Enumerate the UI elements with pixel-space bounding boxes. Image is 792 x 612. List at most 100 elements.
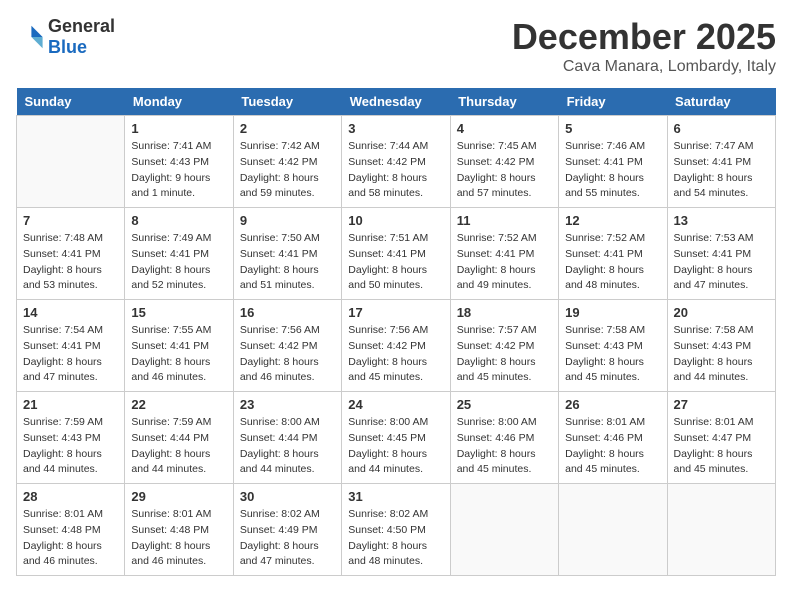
calendar-week-row: 7 Sunrise: 7:48 AMSunset: 4:41 PMDaylight… [17, 208, 776, 300]
calendar-cell: 30 Sunrise: 8:02 AMSunset: 4:49 PMDayligh… [233, 484, 341, 576]
weekday-header-row: SundayMondayTuesdayWednesdayThursdayFrid… [17, 88, 776, 116]
calendar-week-row: 28 Sunrise: 8:01 AMSunset: 4:48 PMDayligh… [17, 484, 776, 576]
day-info: Sunrise: 7:45 AMSunset: 4:42 PMDaylight:… [457, 139, 552, 202]
calendar-cell: 15Sunrise: 7:55 AMSunset: 4:41 PMDayligh… [125, 300, 233, 392]
day-info: Sunrise: 8:01 AMSunset: 4:46 PMDaylight:… [565, 415, 660, 478]
day-number: 20 [674, 305, 769, 320]
day-number: 27 [674, 397, 769, 412]
day-number: 9 [240, 213, 335, 228]
calendar-cell: 9 Sunrise: 7:50 AMSunset: 4:41 PMDaylight… [233, 208, 341, 300]
calendar-cell: 12 Sunrise: 7:52 AMSunset: 4:41 PMDayligh… [559, 208, 667, 300]
calendar-cell [559, 484, 667, 576]
calendar-cell: 19 Sunrise: 7:58 AMSunset: 4:43 PMDayligh… [559, 300, 667, 392]
day-info: Sunrise: 8:00 AMSunset: 4:45 PMDaylight:… [348, 415, 443, 478]
day-number: 31 [348, 489, 443, 504]
calendar-cell: 14Sunrise: 7:54 AMSunset: 4:41 PMDayligh… [17, 300, 125, 392]
day-info: Sunrise: 7:59 AMSunset: 4:43 PMDaylight:… [23, 415, 118, 478]
calendar-cell [17, 116, 125, 208]
day-number: 6 [674, 121, 769, 136]
day-info: Sunrise: 7:52 AMSunset: 4:41 PMDaylight:… [565, 231, 660, 294]
calendar-cell: 21 Sunrise: 7:59 AMSunset: 4:43 PMDayligh… [17, 392, 125, 484]
calendar-cell: 16 Sunrise: 7:56 AMSunset: 4:42 PMDayligh… [233, 300, 341, 392]
day-number: 12 [565, 213, 660, 228]
day-info: Sunrise: 7:52 AMSunset: 4:41 PMDaylight:… [457, 231, 552, 294]
day-info: Sunrise: 7:44 AMSunset: 4:42 PMDaylight:… [348, 139, 443, 202]
day-number: 19 [565, 305, 660, 320]
day-info: Sunrise: 7:58 AMSunset: 4:43 PMDaylight:… [674, 323, 769, 386]
day-info: Sunrise: 7:54 AMSunset: 4:41 PMDaylight:… [23, 323, 118, 386]
title-area: December 2025 Cava Manara, Lombardy, Ita… [512, 16, 776, 76]
day-number: 21 [23, 397, 118, 412]
day-info: Sunrise: 7:47 AMSunset: 4:41 PMDaylight:… [674, 139, 769, 202]
calendar-cell: 2Sunrise: 7:42 AMSunset: 4:42 PMDaylight… [233, 116, 341, 208]
calendar-cell: 25Sunrise: 8:00 AMSunset: 4:46 PMDayligh… [450, 392, 558, 484]
calendar-cell: 18Sunrise: 7:57 AMSunset: 4:42 PMDayligh… [450, 300, 558, 392]
day-info: Sunrise: 7:46 AMSunset: 4:41 PMDaylight:… [565, 139, 660, 202]
day-number: 13 [674, 213, 769, 228]
day-info: Sunrise: 8:01 AMSunset: 4:48 PMDaylight:… [131, 507, 226, 570]
day-info: Sunrise: 7:42 AMSunset: 4:42 PMDaylight:… [240, 139, 335, 202]
day-number: 16 [240, 305, 335, 320]
day-number: 24 [348, 397, 443, 412]
day-info: Sunrise: 7:58 AMSunset: 4:43 PMDaylight:… [565, 323, 660, 386]
calendar-cell: 7 Sunrise: 7:48 AMSunset: 4:41 PMDaylight… [17, 208, 125, 300]
day-number: 8 [131, 213, 226, 228]
day-number: 22 [131, 397, 226, 412]
weekday-header: Tuesday [233, 88, 341, 116]
day-number: 15 [131, 305, 226, 320]
calendar-cell: 10 Sunrise: 7:51 AMSunset: 4:41 PMDayligh… [342, 208, 450, 300]
calendar-cell: 26 Sunrise: 8:01 AMSunset: 4:46 PMDayligh… [559, 392, 667, 484]
day-info: Sunrise: 8:02 AMSunset: 4:49 PMDaylight:… [240, 507, 335, 570]
day-info: Sunrise: 7:50 AMSunset: 4:41 PMDaylight:… [240, 231, 335, 294]
calendar-cell [667, 484, 775, 576]
day-info: Sunrise: 8:01 AMSunset: 4:47 PMDaylight:… [674, 415, 769, 478]
day-number: 5 [565, 121, 660, 136]
calendar-table: SundayMondayTuesdayWednesdayThursdayFrid… [16, 88, 776, 576]
day-number: 28 [23, 489, 118, 504]
calendar-cell: 3Sunrise: 7:44 AMSunset: 4:42 PMDaylight… [342, 116, 450, 208]
day-number: 10 [348, 213, 443, 228]
calendar-cell: 4 Sunrise: 7:45 AMSunset: 4:42 PMDaylight… [450, 116, 558, 208]
logo-general: General [48, 16, 115, 36]
calendar-cell: 11Sunrise: 7:52 AMSunset: 4:41 PMDayligh… [450, 208, 558, 300]
day-info: Sunrise: 7:48 AMSunset: 4:41 PMDaylight:… [23, 231, 118, 294]
calendar-cell: 17 Sunrise: 7:56 AMSunset: 4:42 PMDayligh… [342, 300, 450, 392]
calendar-cell: 31Sunrise: 8:02 AMSunset: 4:50 PMDayligh… [342, 484, 450, 576]
calendar-cell: 27 Sunrise: 8:01 AMSunset: 4:47 PMDayligh… [667, 392, 775, 484]
logo-blue: Blue [48, 37, 87, 57]
day-info: Sunrise: 7:53 AMSunset: 4:41 PMDaylight:… [674, 231, 769, 294]
calendar-cell: 8 Sunrise: 7:49 AMSunset: 4:41 PMDaylight… [125, 208, 233, 300]
calendar-cell: 23 Sunrise: 8:00 AMSunset: 4:44 PMDayligh… [233, 392, 341, 484]
calendar-cell: 20 Sunrise: 7:58 AMSunset: 4:43 PMDayligh… [667, 300, 775, 392]
day-number: 1 [131, 121, 226, 136]
day-number: 4 [457, 121, 552, 136]
location-title: Cava Manara, Lombardy, Italy [512, 58, 776, 76]
calendar-cell: 24 Sunrise: 8:00 AMSunset: 4:45 PMDayligh… [342, 392, 450, 484]
calendar-cell: 13 Sunrise: 7:53 AMSunset: 4:41 PMDayligh… [667, 208, 775, 300]
calendar-cell: 5 Sunrise: 7:46 AMSunset: 4:41 PMDaylight… [559, 116, 667, 208]
weekday-header: Wednesday [342, 88, 450, 116]
logo-icon [16, 23, 44, 51]
day-info: Sunrise: 7:56 AMSunset: 4:42 PMDaylight:… [240, 323, 335, 386]
day-number: 25 [457, 397, 552, 412]
header: General Blue December 2025 Cava Manara, … [16, 16, 776, 76]
calendar-cell: 1Sunrise: 7:41 AMSunset: 4:43 PMDaylight… [125, 116, 233, 208]
day-info: Sunrise: 8:00 AMSunset: 4:44 PMDaylight:… [240, 415, 335, 478]
day-number: 30 [240, 489, 335, 504]
calendar-week-row: 14Sunrise: 7:54 AMSunset: 4:41 PMDayligh… [17, 300, 776, 392]
calendar-cell: 28Sunrise: 8:01 AMSunset: 4:48 PMDayligh… [17, 484, 125, 576]
weekday-header: Saturday [667, 88, 775, 116]
day-number: 26 [565, 397, 660, 412]
day-info: Sunrise: 7:49 AMSunset: 4:41 PMDaylight:… [131, 231, 226, 294]
calendar-cell: 22Sunrise: 7:59 AMSunset: 4:44 PMDayligh… [125, 392, 233, 484]
day-number: 17 [348, 305, 443, 320]
calendar-cell: 6 Sunrise: 7:47 AMSunset: 4:41 PMDaylight… [667, 116, 775, 208]
weekday-header: Thursday [450, 88, 558, 116]
day-info: Sunrise: 7:51 AMSunset: 4:41 PMDaylight:… [348, 231, 443, 294]
day-number: 18 [457, 305, 552, 320]
day-number: 29 [131, 489, 226, 504]
day-number: 7 [23, 213, 118, 228]
weekday-header: Friday [559, 88, 667, 116]
day-number: 23 [240, 397, 335, 412]
day-info: Sunrise: 7:56 AMSunset: 4:42 PMDaylight:… [348, 323, 443, 386]
